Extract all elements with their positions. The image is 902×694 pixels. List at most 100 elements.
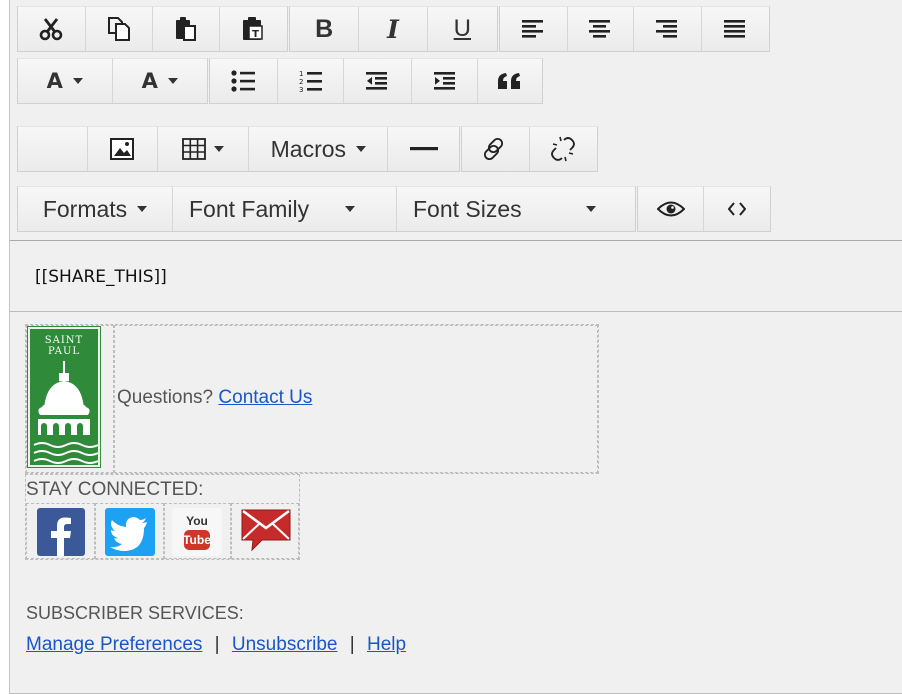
align-left-icon xyxy=(522,19,544,39)
underline-button[interactable]: U xyxy=(428,7,497,51)
font-sizes-dropdown[interactable]: Font Sizes xyxy=(397,187,635,231)
alignment-group xyxy=(499,6,770,52)
chevron-down-icon xyxy=(214,146,225,152)
manage-preferences-link[interactable]: Manage Preferences xyxy=(26,634,202,655)
italic-button[interactable]: I xyxy=(359,7,428,51)
bullet-list-button[interactable] xyxy=(210,59,278,103)
cut-button[interactable] xyxy=(18,7,86,51)
table-icon xyxy=(182,138,206,160)
link-divider: | xyxy=(214,634,220,655)
paste-icon xyxy=(174,16,198,42)
facebook-icon[interactable] xyxy=(37,508,85,556)
italic-label: I xyxy=(387,14,399,44)
eye-icon xyxy=(656,200,685,218)
chevron-down-icon xyxy=(137,206,148,212)
formats-label: Formats xyxy=(42,195,128,222)
align-right-button[interactable] xyxy=(634,7,702,51)
outdent-button[interactable] xyxy=(344,59,412,103)
link-divider: | xyxy=(349,634,355,655)
unlink-icon xyxy=(549,135,577,163)
text-color-button[interactable]: A xyxy=(18,59,113,103)
email-icon[interactable] xyxy=(240,506,292,554)
chevron-down-icon xyxy=(167,78,178,84)
chevron-down-icon xyxy=(72,78,83,84)
empty-toolbar-slot xyxy=(18,127,88,171)
unsubscribe-link[interactable]: Unsubscribe xyxy=(232,634,338,655)
svg-text:1: 1 xyxy=(299,70,303,78)
content-divider xyxy=(10,311,902,312)
numbered-list-icon: 123 xyxy=(298,69,323,93)
svg-text:T: T xyxy=(252,29,259,40)
stay-connected-label: STAY CONNECTED: xyxy=(26,479,204,500)
font-sizes-label: Font Sizes xyxy=(413,195,522,222)
text-style-group: B I U xyxy=(289,6,498,52)
contact-us-link[interactable]: Contact Us xyxy=(218,387,312,408)
paste-as-text-button[interactable]: T xyxy=(220,7,288,51)
horizontal-rule-icon xyxy=(409,146,438,152)
list-group: 123 xyxy=(209,58,543,104)
chevron-down-icon xyxy=(585,206,596,212)
youtube-you-text: You xyxy=(186,514,208,528)
bold-label: B xyxy=(315,14,334,43)
image-icon xyxy=(110,138,135,160)
chevron-down-icon xyxy=(345,206,356,212)
help-link[interactable]: Help xyxy=(367,634,406,655)
align-justify-button[interactable] xyxy=(702,7,770,51)
horizontal-rule-button[interactable] xyxy=(388,127,459,171)
link-icon xyxy=(482,136,508,162)
subscriber-links: Manage Preferences | Unsubscribe | Help xyxy=(26,634,406,656)
editor-content[interactable]: [[SHARE_THIS]] SAINT PAUL Questions? Con… xyxy=(10,240,902,694)
twitter-icon[interactable] xyxy=(105,508,155,556)
source-code-button[interactable] xyxy=(704,187,770,231)
questions-line: Questions? Contact Us xyxy=(117,387,312,409)
blockquote-button[interactable] xyxy=(478,59,542,103)
svg-text:2: 2 xyxy=(299,78,303,86)
macros-dropdown[interactable]: Macros xyxy=(249,127,389,171)
paste-as-text-icon: T xyxy=(241,16,265,42)
formats-dropdown[interactable]: Formats xyxy=(18,187,173,231)
macros-label: Macros xyxy=(270,135,347,162)
bullet-list-icon xyxy=(231,70,256,92)
youtube-icon[interactable]: You Tube xyxy=(172,508,222,556)
subscriber-services-label: SUBSCRIBER SERVICES: xyxy=(26,603,244,623)
remove-link-button[interactable] xyxy=(530,127,598,171)
insert-table-button[interactable] xyxy=(158,127,250,171)
capitol-dome-icon xyxy=(33,361,98,464)
bold-button[interactable]: B xyxy=(290,7,360,51)
chevron-down-icon xyxy=(356,146,367,152)
underline-label: U xyxy=(453,15,471,42)
svg-text:3: 3 xyxy=(299,86,303,93)
align-left-button[interactable] xyxy=(500,7,568,51)
color-group: A A xyxy=(17,58,208,104)
background-color-label: A xyxy=(141,69,158,93)
cut-icon xyxy=(38,16,64,42)
align-right-icon xyxy=(656,19,678,39)
format-group: Formats Font Family Font Sizes xyxy=(17,186,636,232)
align-center-button[interactable] xyxy=(568,7,634,51)
blockquote-icon xyxy=(497,72,523,90)
indent-icon xyxy=(433,71,456,91)
copy-icon xyxy=(107,16,131,42)
rich-text-editor: T B I U A A 1 2 3 Macros Formats Font Fa… xyxy=(9,0,902,694)
paste-button[interactable] xyxy=(153,7,220,51)
insert-link-button[interactable] xyxy=(462,127,530,171)
youtube-tube-text: Tube xyxy=(183,533,211,547)
share-this-tag: [[SHARE_THIS]] xyxy=(35,267,167,287)
code-icon xyxy=(728,202,746,216)
questions-text: Questions? xyxy=(117,387,214,408)
link-group xyxy=(461,126,598,172)
preview-button[interactable] xyxy=(638,187,704,231)
font-family-label: Font Family xyxy=(189,195,310,222)
font-family-dropdown[interactable]: Font Family xyxy=(173,187,397,231)
view-group xyxy=(637,186,771,232)
text-color-label: A xyxy=(46,69,63,93)
insert-group: Macros xyxy=(17,126,460,172)
outdent-icon xyxy=(366,71,388,91)
indent-button[interactable] xyxy=(412,59,479,103)
copy-button[interactable] xyxy=(86,7,153,51)
insert-image-button[interactable] xyxy=(88,127,158,171)
background-color-button[interactable]: A xyxy=(113,59,208,103)
saint-paul-logo: SAINT PAUL xyxy=(27,326,101,468)
numbered-list-button[interactable]: 123 xyxy=(278,59,345,103)
align-justify-icon xyxy=(724,19,746,39)
